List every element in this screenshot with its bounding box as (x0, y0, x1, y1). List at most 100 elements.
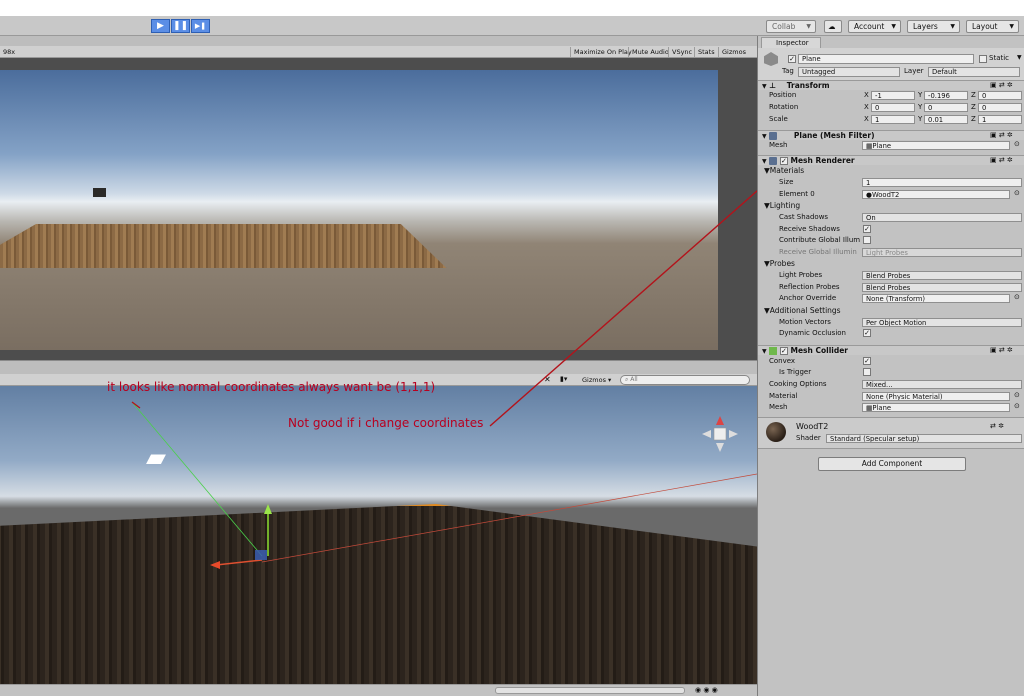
mesh-collider-icon (769, 347, 778, 355)
convex-checkbox[interactable]: ✓ (863, 357, 871, 365)
position-y-field[interactable]: -0.196 (924, 91, 968, 100)
contribute-gi-checkbox[interactable] (863, 236, 871, 244)
mesh-collider-title: Mesh Collider (790, 346, 849, 355)
lighting-foldout[interactable]: ▼Lighting (764, 201, 800, 211)
horizontal-scrollbar[interactable] (495, 687, 685, 694)
add-component-button[interactable]: Add Component (818, 457, 966, 471)
cooking-options-label: Cooking Options (769, 380, 827, 388)
reflection-probes-dropdown[interactable]: Blend Probes (862, 283, 1022, 292)
component-menu-icons[interactable]: ▣ ⇄ ✲ (990, 131, 1013, 139)
object-picker-icon[interactable]: ⊙ (1014, 293, 1020, 302)
static-chevron-down-icon[interactable]: ▼ (1017, 53, 1022, 62)
convex-label: Convex (769, 357, 796, 365)
object-picker-icon[interactable]: ⊙ (1014, 140, 1020, 149)
axis-z-label: Z (971, 103, 976, 111)
dynamic-occlusion-checkbox[interactable]: ✓ (863, 329, 871, 337)
motion-vectors-dropdown[interactable]: Per Object Motion (862, 318, 1022, 327)
cooking-options-dropdown[interactable]: Mixed... (862, 380, 1022, 389)
cast-shadows-label: Cast Shadows (779, 213, 829, 221)
mesh-collider-enabled-checkbox[interactable]: ✓ (779, 347, 788, 355)
rotation-y-field[interactable]: 0 (924, 103, 968, 112)
axis-z-label: Z (971, 91, 976, 99)
object-picker-icon[interactable]: ⊙ (1014, 189, 1020, 198)
is-trigger-label: Is Trigger (779, 368, 812, 376)
scale-z-field[interactable]: 1 (978, 115, 1022, 124)
materials-foldout[interactable]: ▼Materials (764, 166, 804, 176)
inspector-header: ✓ Plane Static ▼ Tag Untagged Layer Defa… (758, 48, 1024, 82)
transform-axes-icon: ⊥ (769, 81, 777, 90)
light-probes-dropdown[interactable]: Blend Probes (862, 271, 1022, 280)
inspector-panel: Inspector ✓ Plane Static ▼ Tag Untagged … (757, 36, 1024, 696)
materials-size-field[interactable]: 1 (862, 178, 1022, 187)
annotation-normal-coordinates: it looks like normal coordinates always … (107, 380, 436, 394)
materials-label: Materials (769, 166, 805, 175)
additional-settings-foldout[interactable]: ▼Additional Settings (764, 306, 841, 316)
cast-shadows-dropdown[interactable]: On (862, 213, 1022, 222)
collider-material-field[interactable]: None (Physic Material) (862, 392, 1010, 401)
inspector-tab-label: Inspector (776, 39, 809, 47)
collider-mesh-value: Plane (872, 404, 892, 412)
object-picker-icon[interactable]: ⊙ (1014, 402, 1020, 411)
mesh-renderer-header[interactable]: ▼ ✓ Mesh Renderer (758, 155, 1024, 165)
static-label: Static (989, 54, 1010, 62)
component-menu-icons[interactable]: ▣ ⇄ ✲ (990, 81, 1013, 89)
dynamic-occlusion-label: Dynamic Occlusion (779, 329, 846, 337)
axis-z-label: Z (971, 115, 976, 123)
anchor-override-label: Anchor Override (779, 294, 837, 302)
active-checkbox[interactable]: ✓ (788, 55, 796, 63)
scale-x-field[interactable]: 1 (871, 115, 915, 124)
contribute-gi-label: Contribute Global Illum (779, 236, 861, 244)
position-label: Position (769, 91, 797, 99)
object-picker-icon[interactable]: ⊙ (1014, 391, 1020, 400)
material-name: WoodT2 (796, 422, 829, 431)
axis-y-label: Y (918, 103, 923, 111)
position-z-field[interactable]: 0 (978, 91, 1022, 100)
shader-label: Shader (796, 434, 821, 442)
static-checkbox[interactable] (979, 55, 987, 63)
lighting-label: Lighting (769, 201, 801, 210)
receive-gi-label: Receive Global Illumin (779, 248, 857, 256)
light-probes-label: Light Probes (779, 271, 823, 279)
mesh-renderer-title: Mesh Renderer (790, 156, 855, 165)
axis-x-label: X (864, 91, 869, 99)
materials-size-label: Size (779, 178, 794, 186)
collider-material-label: Material (769, 392, 798, 400)
element0-value: WoodT2 (871, 191, 900, 199)
scene-bottom-bar: ◉ ◉ ◉ (0, 684, 757, 696)
component-menu-icons[interactable]: ▣ ⇄ ✲ (990, 346, 1013, 354)
material-menu-icons[interactable]: ⇄ ✲ (990, 422, 1004, 430)
shader-dropdown[interactable]: Standard (Specular setup) (826, 434, 1022, 443)
rotation-z-field[interactable]: 0 (978, 103, 1022, 112)
position-x-field[interactable]: -1 (871, 91, 915, 100)
collider-mesh-field[interactable]: ▦Plane (862, 403, 1010, 412)
layer-dropdown[interactable]: Default (928, 67, 1020, 77)
mesh-renderer-enabled-checkbox[interactable]: ✓ (779, 157, 788, 165)
collider-mesh-label: Mesh (769, 403, 788, 411)
anchor-override-field[interactable]: None (Transform) (862, 294, 1010, 303)
rotation-x-field[interactable]: 0 (871, 103, 915, 112)
mesh-filter-title: Plane (Mesh Filter) (793, 131, 875, 140)
tag-dropdown[interactable]: Untagged (798, 67, 900, 77)
element0-field[interactable]: ●WoodT2 (862, 190, 1010, 199)
mesh-renderer-icon (769, 157, 778, 165)
cpu-icon: ◉ ◉ ◉ (695, 686, 718, 694)
mesh-value: Plane (872, 142, 892, 150)
annotation-not-good: Not good if i change coordinates (288, 416, 484, 430)
mesh-filter-header[interactable]: ▼ Plane (Mesh Filter) (758, 130, 1024, 140)
mesh-collider-header[interactable]: ▼ ✓ Mesh Collider (758, 345, 1024, 355)
motion-vectors-label: Motion Vectors (779, 318, 831, 326)
receive-gi-dropdown[interactable]: Light Probes (862, 248, 1022, 257)
scale-y-field[interactable]: 0.01 (924, 115, 968, 124)
component-menu-icons[interactable]: ▣ ⇄ ✲ (990, 156, 1013, 164)
inspector-tab[interactable]: Inspector (761, 37, 821, 48)
is-trigger-checkbox[interactable] (863, 368, 871, 376)
rotation-label: Rotation (769, 103, 799, 111)
scale-label: Scale (769, 115, 788, 123)
object-name-field[interactable]: Plane (798, 54, 974, 64)
material-preview-icon[interactable] (766, 422, 786, 442)
mesh-field[interactable]: ▦Plane (862, 141, 1010, 150)
probes-foldout[interactable]: ▼Probes (764, 259, 795, 269)
transform-header[interactable]: ▼ ⊥ Transform (758, 80, 1024, 90)
additional-settings-label: Additional Settings (769, 306, 841, 315)
receive-shadows-checkbox[interactable]: ✓ (863, 225, 871, 233)
